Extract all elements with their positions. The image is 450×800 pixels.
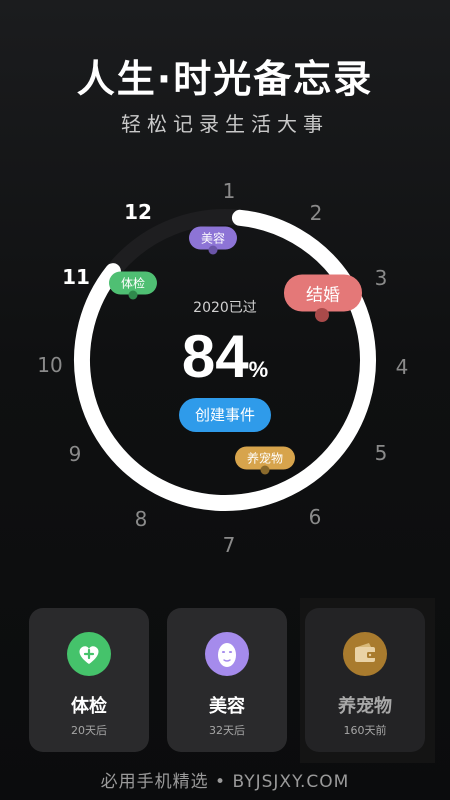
- clock-number-11: 11: [62, 265, 90, 289]
- clock-number-5: 5: [374, 441, 388, 465]
- clock-number-3: 3: [374, 266, 388, 290]
- card-pet-name: 养宠物: [338, 696, 392, 717]
- card-beauty-sub: 32天后: [209, 724, 245, 737]
- card-pet[interactable]: 养宠物 160天前: [305, 608, 425, 752]
- card-beauty-name: 美容: [209, 696, 245, 717]
- progress-percent-sign: %: [248, 357, 269, 382]
- page-subtitle: 轻松记录生活大事: [121, 112, 329, 136]
- card-beauty[interactable]: 美容 32天后: [167, 608, 287, 752]
- face-mask-icon: [205, 632, 249, 676]
- card-health[interactable]: 体检 20天后: [29, 608, 149, 752]
- clock-number-2: 2: [309, 201, 323, 225]
- card-health-name: 体检: [71, 696, 107, 717]
- clock-number-8: 8: [134, 507, 148, 531]
- heart-plus-icon: [67, 632, 111, 676]
- clock-number-6: 6: [308, 505, 322, 529]
- card-health-sub: 20天后: [71, 724, 107, 737]
- tag-beauty-dot: [208, 245, 218, 255]
- wallet-icon: [343, 632, 387, 676]
- page-title: 人生·时光备忘录: [76, 57, 374, 101]
- card-pet-sub: 160天前: [343, 724, 387, 737]
- footer-text: 必用手机精选 • BYJSJXY.COM: [100, 772, 350, 792]
- clock-number-1: 1: [222, 179, 236, 203]
- clock-number-12: 12: [124, 200, 152, 224]
- create-event-button[interactable]: 创建事件: [179, 398, 271, 432]
- tag-pet-dot: [260, 465, 270, 475]
- progress-percent: 84%: [0, 322, 450, 391]
- progress-percent-value: 84: [181, 323, 249, 390]
- clock-number-7: 7: [222, 533, 236, 557]
- clock-number-9: 9: [68, 442, 82, 466]
- year-label: 2020已过: [193, 300, 257, 316]
